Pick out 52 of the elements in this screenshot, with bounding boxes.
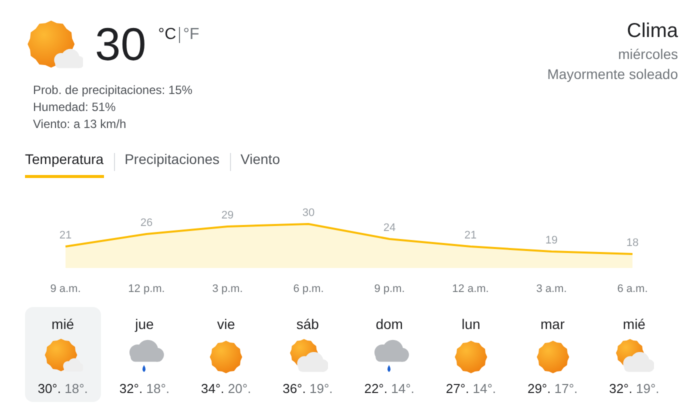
temperature-range: 32°. 19°. bbox=[609, 381, 660, 396]
time-label: 3 a.m. bbox=[536, 283, 567, 295]
day-name: jue bbox=[135, 315, 154, 333]
widget-title: Clima bbox=[626, 19, 678, 44]
unit-toggle[interactable]: °F bbox=[183, 26, 200, 44]
day-forecast[interactable]: dom 22°. 14°. bbox=[352, 307, 428, 402]
weather-detail: Prob. de precipitaciones: 15% bbox=[33, 82, 194, 99]
condition-label: Mayormente soleado bbox=[547, 65, 678, 84]
day-forecast[interactable]: vie 34°. 20°. bbox=[188, 307, 264, 402]
time-label: 3 p.m. bbox=[212, 283, 243, 295]
value-label: 26 bbox=[140, 217, 153, 229]
temperature-range: 30°. 18°. bbox=[38, 381, 88, 396]
day-name: lun bbox=[462, 315, 480, 333]
day-forecast[interactable]: jue 32°. 18°. bbox=[106, 307, 182, 402]
day-name: sáb bbox=[296, 315, 319, 333]
value-label: 21 bbox=[464, 230, 477, 242]
time-label: 9 a.m. bbox=[50, 283, 81, 295]
value-label: 30 bbox=[302, 207, 315, 219]
value-label: 19 bbox=[545, 234, 558, 246]
time-label: 12 p.m. bbox=[128, 283, 165, 295]
day-forecast[interactable]: lun 27°. 14°. bbox=[433, 307, 509, 402]
temperature-range: 27°. 14°. bbox=[446, 381, 496, 396]
tab[interactable]: Viento bbox=[240, 145, 280, 178]
time-label: 12 a.m. bbox=[452, 283, 489, 295]
value-label: 21 bbox=[59, 230, 72, 242]
time-label: 6 a.m. bbox=[617, 283, 648, 295]
value-label: 29 bbox=[221, 210, 234, 222]
day-name: mié bbox=[622, 315, 646, 333]
time-label: 9 p.m. bbox=[374, 283, 405, 295]
day-name: mar bbox=[540, 315, 565, 333]
day-forecast[interactable]: mié 32°. 19°. bbox=[596, 307, 672, 402]
temperature-range: 36°. 19°. bbox=[282, 381, 333, 396]
weather-detail: Humedad: 51% bbox=[33, 99, 117, 116]
temperature-range: 22°. 14°. bbox=[364, 381, 414, 396]
day-name: dom bbox=[376, 315, 403, 333]
day-forecast[interactable]: mar 29°. 17°. bbox=[514, 307, 590, 402]
tab[interactable]: Precipitaciones bbox=[124, 145, 220, 178]
unit-toggle[interactable]: °C bbox=[158, 26, 176, 44]
time-label: 6 p.m. bbox=[293, 283, 324, 295]
day-name: mié bbox=[52, 315, 74, 333]
day-name: vie bbox=[217, 315, 236, 333]
temperature-range: 34°. 20°. bbox=[200, 381, 252, 396]
day-forecast[interactable]: mié 30°. 18°. bbox=[25, 307, 101, 402]
day-forecast[interactable]: sáb 36°. 19°. bbox=[270, 307, 346, 402]
temperature-range: 32°. 18°. bbox=[119, 381, 170, 396]
weather-detail: Viento: a 13 km/h bbox=[33, 116, 128, 133]
temperature-range: 29°. 17°. bbox=[527, 381, 578, 396]
tab[interactable]: Temperatura bbox=[25, 145, 104, 178]
day-label: miércoles bbox=[617, 45, 678, 64]
temperature: 30 bbox=[95, 18, 146, 70]
value-label: 24 bbox=[383, 222, 396, 234]
value-label: 18 bbox=[626, 237, 639, 249]
